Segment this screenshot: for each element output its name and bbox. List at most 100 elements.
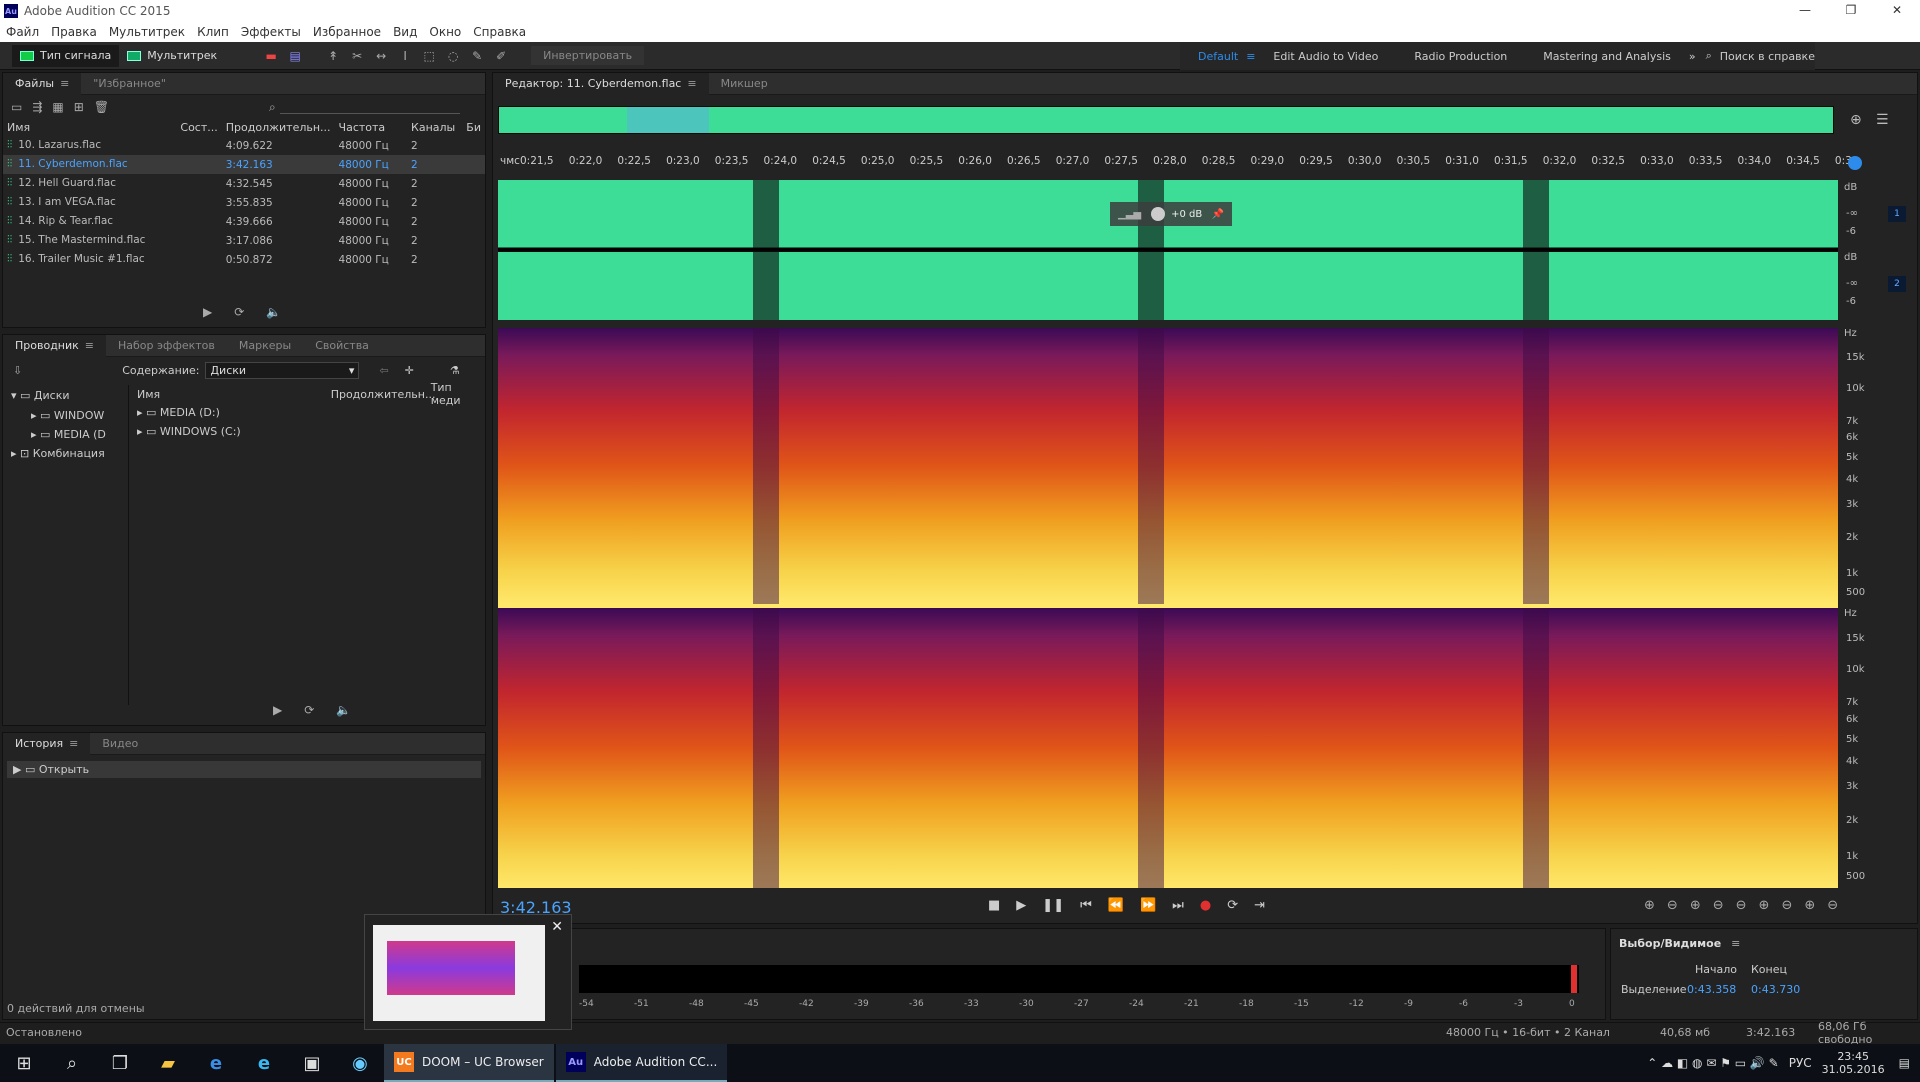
record-icon[interactable]: ● — [1200, 898, 1211, 913]
import-icon[interactable]: ⇶ — [32, 100, 42, 114]
menu-edit[interactable]: Правка — [51, 25, 97, 39]
zoom-in-time-icon[interactable]: ⊕ — [1690, 898, 1701, 913]
zoom-out-point-icon[interactable]: ⊖ — [1781, 898, 1792, 913]
file-row[interactable]: ⫶⫶ 16. Trailer Music #1.flac 0:50.872 48000… — [3, 250, 485, 269]
razor-tool-icon[interactable]: ✂ — [349, 48, 365, 64]
workspace-mastering-analysis[interactable]: Mastering and Analysis — [1543, 50, 1671, 63]
stop-icon[interactable]: ■ — [988, 898, 1000, 913]
file-filter-input[interactable] — [279, 100, 460, 114]
filter-icon[interactable]: ⚗ — [450, 364, 460, 377]
col-duration[interactable]: Продолжительн... — [222, 119, 335, 136]
marquee-tool-icon[interactable]: ⬚ — [421, 48, 437, 64]
spectrogram-channel-2[interactable] — [498, 608, 1838, 888]
internet-explorer-icon[interactable]: e — [240, 1044, 288, 1082]
loop-preview-icon[interactable]: ⟳ — [234, 305, 244, 319]
channel-2-toggle[interactable]: 2 — [1888, 276, 1906, 292]
spectral-toggle-icon[interactable]: ☰ — [1876, 112, 1889, 128]
selection-end-value[interactable]: 0:43.730 — [1751, 983, 1800, 996]
tab-markers[interactable]: Маркеры — [227, 335, 303, 357]
col-bits[interactable]: Би — [462, 119, 485, 136]
spot-healing-tool-icon[interactable]: ✐ — [493, 48, 509, 64]
tab-properties[interactable]: Свойства — [303, 335, 381, 357]
clip-indicator[interactable] — [1571, 965, 1577, 993]
minimize-button[interactable]: — — [1782, 0, 1828, 22]
tab-favorites[interactable]: "Избранное" — [81, 73, 178, 95]
menu-help[interactable]: Справка — [473, 25, 526, 39]
file-row[interactable]: ⫶⫶ 11. Cyberdemon.flac 3:42.163 48000 Гц 2 — [3, 155, 485, 174]
task-audition[interactable]: Au Adobe Audition CC... — [555, 1044, 728, 1082]
close-button[interactable]: ✕ — [1874, 0, 1920, 22]
menu-multitrack[interactable]: Мультитрек — [109, 25, 185, 39]
rewind-icon[interactable]: ⏪ — [1108, 898, 1124, 913]
zoom-reset-icon[interactable]: ⊖ — [1827, 898, 1838, 913]
tab-editor[interactable]: Редактор: 11. Cyberdemon.flac ≡ — [493, 72, 709, 95]
media-player-icon[interactable]: ◉ — [336, 1044, 384, 1082]
explorer-col-duration[interactable]: Продолжительн... — [331, 388, 436, 401]
overview-strip[interactable] — [498, 106, 1834, 134]
explorer-loop-icon[interactable]: ⟳ — [304, 703, 314, 717]
skip-selection-icon[interactable]: ⇥ — [1254, 898, 1265, 913]
waveform-display[interactable]: ▁▃▅ +0 dB 📌 — [498, 180, 1838, 320]
edge-icon[interactable]: e — [192, 1044, 240, 1082]
clock[interactable]: 23:45 31.05.2016 — [1822, 1050, 1885, 1076]
thumbnail-close-icon[interactable]: ✕ — [551, 919, 563, 935]
zoom-in-point-icon[interactable]: ⊕ — [1759, 898, 1770, 913]
zoom-in-amplitude-icon[interactable]: ⊕ — [1644, 898, 1655, 913]
spectrogram-channel-1[interactable] — [498, 328, 1838, 604]
open-file-icon[interactable]: ▭ — [11, 100, 22, 114]
workspace-default[interactable]: Default — [1198, 50, 1238, 63]
lasso-tool-icon[interactable]: ◌ — [445, 48, 461, 64]
selection-start-value[interactable]: 0:43.358 — [1687, 983, 1736, 996]
pin-icon[interactable]: 📌 — [1212, 209, 1224, 220]
col-name[interactable]: Имя — [3, 119, 176, 136]
multitrack-view-button[interactable]: Мультитрек — [119, 45, 225, 67]
drive-icon[interactable]: ⇩ — [13, 364, 22, 377]
task-uc-browser[interactable]: UC DOOM – UC Browser — [384, 1044, 554, 1082]
history-item-open[interactable]: ▶ ▭ Открыть — [7, 761, 481, 778]
tab-video[interactable]: Видео — [90, 733, 150, 755]
spectral-frequency-icon[interactable]: ▬ — [263, 48, 279, 64]
store-icon[interactable]: ▣ — [288, 1044, 336, 1082]
play-icon[interactable]: ▶ — [1016, 898, 1026, 913]
maximize-button[interactable]: ❐ — [1828, 0, 1874, 22]
file-row[interactable]: ⫶⫶ 13. I am VEGA.flac 3:55.835 48000 Гц 2 — [3, 193, 485, 212]
file-row[interactable]: ⫶⫶ 14. Rip & Tear.flac 4:39.666 48000 Гц 2 — [3, 212, 485, 231]
overview-viewport[interactable] — [627, 107, 709, 133]
explorer-col-name[interactable]: Имя — [131, 388, 331, 401]
task-view-icon[interactable]: ❐ — [96, 1044, 144, 1082]
file-row[interactable]: ⫶⫶ 12. Hell Guard.flac 4:32.545 48000 Гц 2 — [3, 174, 485, 193]
file-row[interactable]: ⫶⫶ 15. The Mastermind.flac 3:17.086 48000 Г… — [3, 231, 485, 250]
col-status[interactable]: Сост... — [176, 119, 221, 136]
workspace-overflow-icon[interactable]: » — [1689, 50, 1696, 63]
paintbrush-tool-icon[interactable]: ✎ — [469, 48, 485, 64]
col-rate[interactable]: Частота — [335, 119, 408, 136]
move-tool-icon[interactable]: ↟ — [325, 48, 341, 64]
zoom-in-overview-icon[interactable]: ⊕ — [1850, 112, 1862, 128]
tree-windows[interactable]: ▸ ▭ WINDOW — [3, 406, 128, 425]
tab-mixer[interactable]: Микшер — [709, 73, 780, 95]
content-dropdown[interactable]: Диски ▾ — [205, 361, 360, 379]
invert-button[interactable]: Инвертировать — [531, 46, 645, 65]
tab-explorer[interactable]: Проводник ≡ — [3, 334, 107, 357]
autoplay-icon[interactable]: 🔈 — [266, 305, 281, 319]
taskbar-search-icon[interactable]: ⌕ — [48, 1044, 96, 1082]
language-indicator[interactable]: РУС — [1789, 1056, 1812, 1070]
tree-combination[interactable]: ▸ ⊡ Комбинация — [3, 444, 128, 463]
tab-effects-presets[interactable]: Набор эффектов — [106, 335, 227, 357]
skip-end-icon[interactable]: ⏭ — [1172, 898, 1184, 913]
menu-favorites[interactable]: Избранное — [313, 25, 381, 39]
zoom-out-amplitude-icon[interactable]: ⊖ — [1667, 898, 1678, 913]
play-preview-icon[interactable]: ▶ — [203, 305, 212, 319]
workspace-radio-production[interactable]: Radio Production — [1414, 50, 1507, 63]
slip-tool-icon[interactable]: ↔ — [373, 48, 389, 64]
taskbar-thumbnail-preview[interactable]: ✕ — [364, 914, 572, 1030]
menu-view[interactable]: Вид — [393, 25, 417, 39]
back-icon[interactable]: ⇦ — [379, 364, 388, 377]
menu-clip[interactable]: Клип — [197, 25, 229, 39]
new-file-icon[interactable]: ▦ — [52, 100, 63, 114]
tray-icons[interactable]: ⌃ ☁ ◧ ◍ ✉ ⚑ ▭ 🔊 ✎ — [1647, 1056, 1779, 1070]
insert-into-multitrack-icon[interactable]: ⊞ — [74, 100, 84, 114]
file-explorer-icon[interactable]: ▰ — [144, 1044, 192, 1082]
file-row[interactable]: ⫶⫶ 10. Lazarus.flac 4:09.622 48000 Гц 2 — [3, 136, 485, 155]
gain-hud[interactable]: ▁▃▅ +0 dB 📌 — [1110, 202, 1232, 226]
